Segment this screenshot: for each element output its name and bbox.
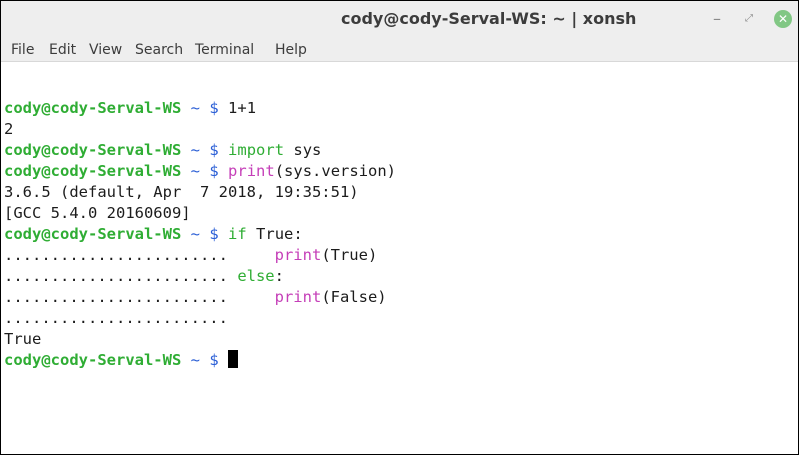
- function-token: print: [274, 246, 322, 264]
- terminal-line: ........................: [4, 308, 794, 329]
- continuation-dots: ........................: [4, 267, 228, 285]
- menu-terminal[interactable]: Terminal: [195, 42, 254, 58]
- code-token: (True): [321, 246, 378, 264]
- terminal-line: ........................ else:: [4, 266, 794, 287]
- keyword-token: import: [228, 141, 285, 159]
- code-token: (sys.version): [274, 162, 397, 180]
- prompt-cwd: ~: [190, 141, 200, 159]
- keyword-token: else: [237, 267, 275, 285]
- prompt-user: cody@cody-Serval-WS: [4, 99, 182, 117]
- terminal-line: 3.6.5 (default, Apr 7 2018, 19:35:51): [4, 182, 794, 203]
- code-token: sys: [284, 141, 322, 159]
- maximize-button[interactable]: ⤢: [739, 9, 759, 29]
- code-token: True:: [246, 225, 303, 243]
- menu-edit[interactable]: Edit: [49, 42, 76, 58]
- code-token: (False): [321, 288, 387, 306]
- menu-search[interactable]: Search: [135, 42, 183, 58]
- window-title: cody@cody-Serval-WS: ~ | xonsh: [341, 9, 637, 28]
- output-text: True: [4, 330, 42, 348]
- menu-view[interactable]: View: [89, 42, 122, 58]
- keyword-token: if: [228, 225, 247, 243]
- continuation-dots: ........................: [4, 288, 228, 306]
- prompt-user: cody@cody-Serval-WS: [4, 225, 182, 243]
- output-text: 2: [4, 120, 14, 138]
- prompt-symbol: $: [209, 225, 219, 243]
- text-cursor: [228, 350, 239, 368]
- menu-bar: File Edit View Search Terminal Help: [1, 39, 798, 62]
- terminal-line: cody@cody-Serval-WS ~ $ import sys: [4, 140, 794, 161]
- prompt-symbol: $: [209, 141, 219, 159]
- terminal-window: cody@cody-Serval-WS: ~ | xonsh – ⤢ ✕ Fil…: [0, 0, 799, 455]
- terminal-line: 2: [4, 119, 794, 140]
- prompt-symbol: $: [209, 351, 219, 369]
- menu-help[interactable]: Help: [275, 42, 307, 58]
- terminal-line: cody@cody-Serval-WS ~ $: [4, 350, 794, 371]
- prompt-user: cody@cody-Serval-WS: [4, 162, 182, 180]
- terminal-line: True: [4, 329, 794, 350]
- prompt-user: cody@cody-Serval-WS: [4, 141, 182, 159]
- function-token: print: [228, 162, 275, 180]
- prompt-cwd: ~: [190, 225, 200, 243]
- prompt-symbol: $: [209, 162, 219, 180]
- close-button[interactable]: ✕: [774, 10, 792, 28]
- prompt-cwd: ~: [190, 162, 200, 180]
- terminal-line: ........................ print(True): [4, 245, 794, 266]
- terminal-output[interactable]: cody@cody-Serval-WS ~ $ 1+1 2 cody@cody-Se…: [4, 98, 794, 371]
- prompt-user: cody@cody-Serval-WS: [4, 351, 182, 369]
- terminal-line: cody@cody-Serval-WS ~ $ if True:: [4, 224, 794, 245]
- continuation-dots: ........................: [4, 309, 228, 327]
- minimize-button[interactable]: –: [707, 9, 727, 29]
- output-text: 3.6.5 (default, Apr 7 2018, 19:35:51): [4, 183, 359, 201]
- prompt-cwd: ~: [190, 99, 200, 117]
- code-token: 1+1: [228, 99, 257, 117]
- terminal-line: cody@cody-Serval-WS ~ $ 1+1: [4, 98, 794, 119]
- function-token: print: [274, 288, 322, 306]
- terminal-line: ........................ print(False): [4, 287, 794, 308]
- output-text: [GCC 5.4.0 20160609]: [4, 204, 191, 222]
- continuation-dots: ........................: [4, 246, 228, 264]
- prompt-symbol: $: [209, 99, 219, 117]
- terminal-line: cody@cody-Serval-WS ~ $ print(sys.versio…: [4, 161, 794, 182]
- title-bar[interactable]: cody@cody-Serval-WS: ~ | xonsh – ⤢ ✕: [1, 1, 798, 39]
- prompt-cwd: ~: [190, 351, 200, 369]
- terminal-line: [GCC 5.4.0 20160609]: [4, 203, 794, 224]
- code-token: :: [274, 267, 284, 285]
- menu-file[interactable]: File: [11, 42, 34, 58]
